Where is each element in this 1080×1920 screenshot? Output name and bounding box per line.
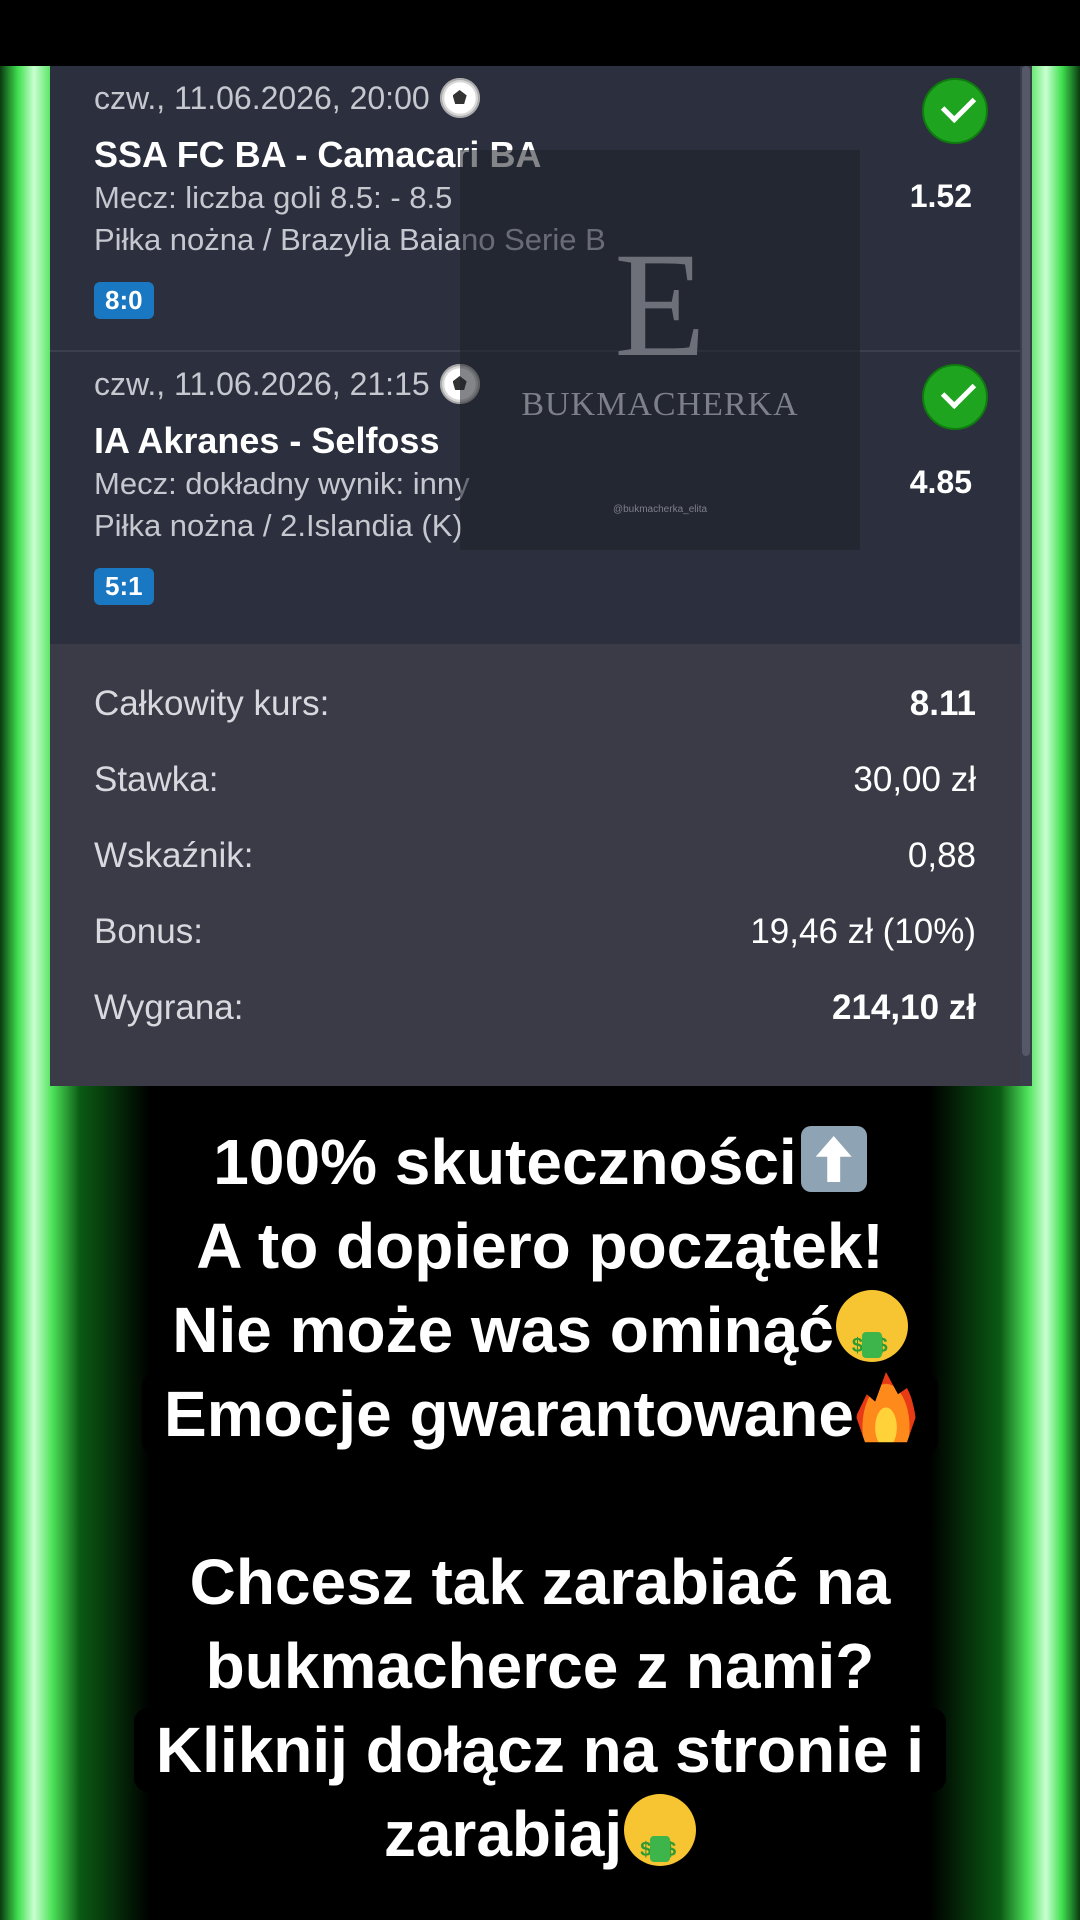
won-check-icon [922,78,988,144]
event-teams: SSA FC BA - Camacari BA [94,134,542,175]
event-datetime: czw., 11.06.2026, 20:00 [94,78,480,118]
bet-event-2[interactable]: czw., 11.06.2026, 21:15 IA Akranes - Sel… [50,352,1020,642]
ratio-label: Wskaźnik: [94,836,254,875]
win-label: Wygrana: [94,988,244,1027]
event-score-badge: 8:0 [94,282,154,319]
scrollbar-thumb[interactable] [1022,66,1030,1056]
event-score-badge: 5:1 [94,568,154,605]
total-odds-value: 8.11 [909,684,976,723]
bonus-label: Bonus: [94,912,203,951]
promo-line-5: Chcesz tak zarabiać na [167,1540,913,1624]
scrollbar-track[interactable] [1020,66,1032,1086]
total-odds-row: Całkowity kurs: 8.11 [94,684,976,724]
event-date-text: czw., 11.06.2026, 20:00 [94,79,430,116]
money-mouth-face-icon [624,1794,697,1892]
bet-summary: Całkowity kurs: 8.11 Stawka: 30,00 zł Ws… [50,644,1020,1086]
bet-event-1[interactable]: czw., 11.06.2026, 20:00 SSA FC BA - Cama… [50,66,1020,352]
promo-block-1: 100% skuteczności A to dopiero początek!… [0,1120,1080,1456]
event-league: Piłka nożna / Brazylia Baiano Serie B [94,222,606,257]
win-row: Wygrana: 214,10 zł [94,988,976,1028]
top-black-band [0,0,1080,66]
ratio-value: 0,88 [907,836,976,875]
won-check-icon [922,364,988,430]
win-value: 214,10 zł [832,988,976,1027]
event-market: Mecz: dokładny wynik: inny [94,466,470,501]
stake-row: Stawka: 30,00 zł [94,760,976,800]
event-date-text: czw., 11.06.2026, 21:15 [94,365,430,402]
soccer-ball-icon [439,78,480,118]
bonus-row: Bonus: 19,46 zł (10%) [94,912,976,952]
ratio-row: Wskaźnik: 0,88 [94,836,976,876]
stake-value: 30,00 zł [853,760,976,799]
event-odds: 4.85 [909,464,972,500]
event-market: Mecz: liczba goli 8.5: - 8.5 [94,180,453,215]
event-teams: IA Akranes - Selfoss [94,420,440,461]
promo-line-7: Kliknij dołącz na stronie i [133,1708,947,1792]
promo-line-1: 100% skuteczności [191,1120,889,1204]
bet-slip-card: czw., 11.06.2026, 20:00 SSA FC BA - Cama… [50,66,1032,1086]
promo-line-6: bukmacherce z nami? [183,1624,897,1708]
bonus-value: 19,46 zł (10%) [750,912,976,951]
total-odds-label: Całkowity kurs: [94,684,330,723]
promo-line-2: A to dopiero początek! [174,1204,906,1288]
promo-line-4: Emocje gwarantowane [142,1372,938,1456]
promo-line-8: zarabiaj [361,1792,719,1892]
event-league: Piłka nożna / 2.Islandia (K) [94,508,463,543]
money-mouth-face-icon [835,1290,908,1388]
up-arrow-icon [800,1126,867,1192]
stake-label: Stawka: [94,760,219,799]
event-odds: 1.52 [909,178,972,214]
soccer-ball-icon [439,364,480,404]
promo-line-3: Nie może was ominąć [150,1288,930,1388]
promo-block-2: Chcesz tak zarabiać na bukmacherce z nam… [0,1540,1080,1892]
event-datetime: czw., 11.06.2026, 21:15 [94,364,480,404]
